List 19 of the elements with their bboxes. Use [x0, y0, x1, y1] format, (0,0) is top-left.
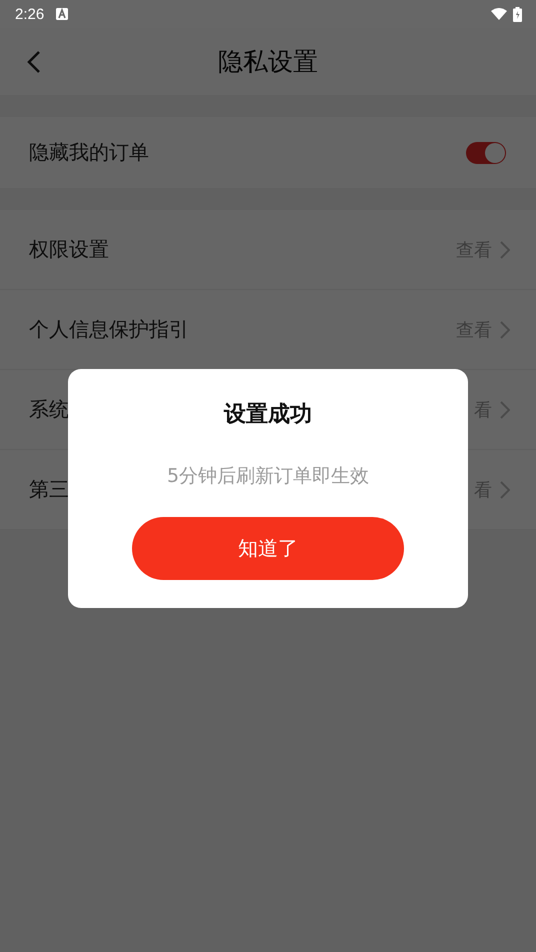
row-label: 第三	[29, 476, 69, 503]
confirm-button[interactable]: 知道了	[132, 517, 404, 580]
row-label: 权限设置	[29, 236, 109, 263]
keyboard-icon	[56, 8, 68, 20]
wifi-icon	[491, 8, 507, 20]
row-label: 系统	[29, 396, 69, 423]
dialog-title: 设置成功	[224, 401, 312, 429]
toggle-switch[interactable]	[466, 142, 506, 164]
row-label: 个人信息保护指引	[29, 316, 189, 343]
page-title: 隐私设置	[218, 46, 318, 78]
chevron-icon	[500, 480, 510, 498]
battery-icon	[513, 6, 522, 22]
back-icon[interactable]	[26, 50, 42, 74]
chevron-icon	[500, 320, 510, 338]
chevron-icon	[500, 400, 510, 418]
dialog-message: 5分钟后刷新订单即生效	[166, 464, 370, 489]
chevron-icon	[500, 240, 510, 258]
setting-label: 隐藏我的订单	[29, 139, 149, 166]
status-time: 2:26	[15, 6, 44, 22]
